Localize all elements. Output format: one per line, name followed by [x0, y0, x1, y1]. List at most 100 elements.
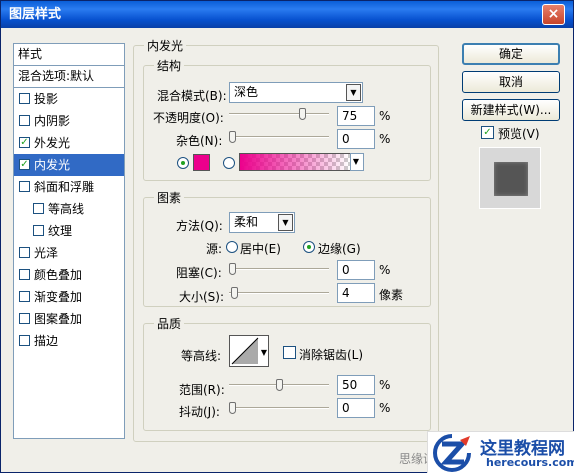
- list-item-label: 渐变叠加: [34, 290, 83, 304]
- list-item[interactable]: 斜面和浮雕: [14, 176, 124, 198]
- gradient-dropdown[interactable]: ▼: [350, 153, 364, 171]
- glow-color-swatch[interactable]: [193, 154, 210, 171]
- list-item[interactable]: ✓ 内发光: [14, 154, 124, 176]
- choke-input[interactable]: 0: [337, 260, 375, 280]
- preview-checkbox[interactable]: ✓: [481, 126, 494, 139]
- blend-mode-select[interactable]: 深色 ▼: [229, 82, 363, 103]
- watermark: 这里教程网 herecours.com: [427, 431, 574, 473]
- close-button[interactable]: ×: [542, 4, 565, 25]
- list-item[interactable]: ✓ 外发光: [14, 132, 124, 154]
- list-item[interactable]: 等高线: [14, 198, 124, 220]
- quality-title: 品质: [154, 315, 185, 332]
- layer-style-dialog: 图层样式 × 样式 混合选项:默认 投影内阴影 ✓ 外发光 ✓ 内发光斜面和浮雕等高线纹…: [0, 0, 574, 473]
- range-unit: %: [379, 378, 391, 392]
- list-item[interactable]: 图案叠加: [14, 308, 124, 330]
- source-edge-radio[interactable]: [303, 241, 315, 253]
- panel-title: 内发光: [144, 37, 187, 54]
- list-item[interactable]: 渐变叠加: [14, 286, 124, 308]
- style-checkbox[interactable]: [19, 115, 30, 126]
- chevron-down-icon: ▼: [278, 214, 293, 231]
- source-label: 源:: [206, 242, 223, 256]
- list-item[interactable]: 颜色叠加: [14, 264, 124, 286]
- list-item-label: 描边: [34, 334, 59, 348]
- contour-label: 等高线:: [181, 349, 222, 363]
- style-checkbox[interactable]: [19, 313, 30, 324]
- blend-mode-label: 混合模式(B):: [157, 89, 227, 103]
- window-title: 图层样式: [9, 7, 62, 22]
- style-checkbox[interactable]: [19, 247, 30, 258]
- source-center-radio[interactable]: [226, 241, 238, 253]
- elements-title: 图素: [154, 189, 185, 206]
- list-item-label: 投影: [34, 92, 59, 106]
- list-item[interactable]: 描边: [14, 330, 124, 352]
- source-center-label[interactable]: 居中(E): [240, 240, 281, 257]
- size-slider[interactable]: [229, 287, 329, 299]
- opacity-label: 不透明度(O):: [153, 111, 224, 125]
- list-item[interactable]: 纹理: [14, 220, 124, 242]
- size-input[interactable]: 4: [337, 283, 375, 303]
- gradient-picker[interactable]: [239, 153, 351, 171]
- solid-color-radio[interactable]: [177, 157, 189, 169]
- list-item-label: 外发光: [34, 136, 71, 150]
- preview-label[interactable]: 预览(V): [498, 125, 540, 142]
- choke-unit: %: [379, 263, 391, 277]
- opacity-slider[interactable]: [229, 108, 329, 120]
- noise-label: 杂色(N):: [176, 134, 223, 148]
- range-slider[interactable]: [229, 379, 329, 391]
- watermark-url: herecours.com: [486, 456, 574, 469]
- choke-label: 阻塞(C):: [176, 266, 222, 280]
- jitter-label: 抖动(J):: [179, 405, 220, 419]
- technique-select[interactable]: 柔和 ▼: [229, 212, 295, 233]
- style-checkbox[interactable]: [33, 203, 44, 214]
- list-item-label: 光泽: [34, 246, 59, 260]
- noise-slider-thumb[interactable]: [229, 131, 236, 143]
- noise-unit: %: [379, 132, 391, 146]
- jitter-slider-thumb[interactable]: [229, 402, 236, 414]
- source-edge-label[interactable]: 边缘(G): [318, 240, 361, 257]
- list-item[interactable]: 内阴影: [14, 110, 124, 132]
- noise-input[interactable]: 0: [337, 129, 375, 149]
- style-checkbox[interactable]: [19, 181, 30, 192]
- opacity-slider-thumb[interactable]: [299, 108, 306, 120]
- style-checkbox[interactable]: [19, 269, 30, 280]
- style-list: 样式 混合选项:默认 投影内阴影 ✓ 外发光 ✓ 内发光斜面和浮雕等高线纹理光泽颜色叠加…: [13, 43, 125, 439]
- style-checkbox[interactable]: [19, 93, 30, 104]
- size-label: 大小(S):: [179, 290, 225, 304]
- list-item-label: 内发光: [34, 158, 71, 172]
- new-style-button[interactable]: 新建样式(W)...: [462, 99, 560, 121]
- list-item-label: 内阴影: [34, 114, 71, 128]
- style-checkbox[interactable]: [33, 225, 44, 236]
- list-item-label: 纹理: [48, 224, 73, 238]
- chevron-down-icon: ▼: [346, 84, 361, 101]
- list-item[interactable]: 光泽: [14, 242, 124, 264]
- style-checkbox[interactable]: ✓: [19, 159, 30, 170]
- opacity-unit: %: [379, 109, 391, 123]
- technique-label: 方法(Q):: [176, 219, 223, 233]
- list-item-label: 颜色叠加: [34, 268, 83, 282]
- gradient-radio[interactable]: [223, 157, 235, 169]
- list-item-label: 斜面和浮雕: [34, 180, 95, 194]
- range-input[interactable]: 50: [337, 375, 375, 395]
- style-checkbox[interactable]: [19, 335, 30, 346]
- range-slider-thumb[interactable]: [276, 379, 283, 391]
- size-slider-thumb[interactable]: [231, 287, 238, 299]
- noise-slider[interactable]: [229, 131, 329, 143]
- contour-picker[interactable]: ▼: [229, 335, 269, 367]
- style-checkbox[interactable]: [19, 291, 30, 302]
- choke-slider-thumb[interactable]: [229, 263, 236, 275]
- ok-button[interactable]: 确定: [462, 43, 560, 65]
- style-checkbox[interactable]: ✓: [19, 137, 30, 148]
- cancel-button[interactable]: 取消: [462, 71, 560, 93]
- anti-alias-label[interactable]: 消除锯齿(L): [299, 346, 363, 363]
- list-item[interactable]: 投影: [14, 88, 124, 110]
- contour-preview-icon: [231, 337, 259, 365]
- choke-slider[interactable]: [229, 263, 329, 275]
- jitter-slider[interactable]: [229, 402, 329, 414]
- structure-title: 结构: [154, 57, 185, 74]
- jitter-input[interactable]: 0: [337, 398, 375, 418]
- blend-options-item[interactable]: 混合选项:默认: [14, 66, 124, 88]
- blend-mode-value: 深色: [234, 85, 259, 99]
- opacity-input[interactable]: 75: [337, 106, 375, 126]
- style-list-header[interactable]: 样式: [14, 44, 124, 66]
- anti-alias-checkbox[interactable]: [283, 346, 296, 359]
